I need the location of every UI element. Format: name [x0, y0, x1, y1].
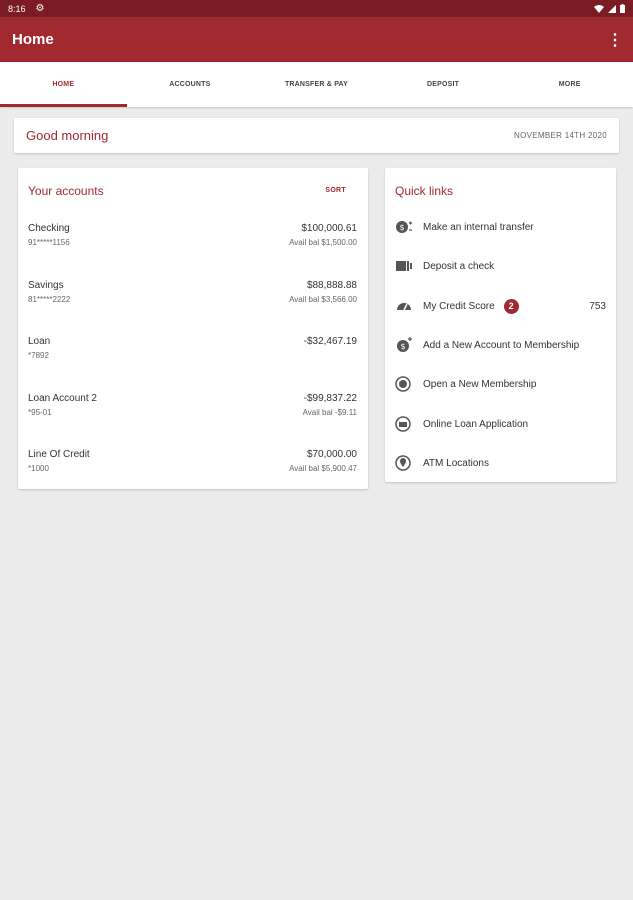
account-balance: $88,888.88 — [306, 280, 357, 291]
account-row-line-of-credit[interactable]: Line Of Credit *1000 $70,000.00 Avail ba… — [28, 449, 357, 481]
quick-link-label: Open a New Membership — [423, 378, 537, 390]
account-available-balance: Avail bal -$9.11 — [302, 408, 357, 417]
wifi-icon — [594, 4, 604, 13]
svg-text:$: $ — [400, 342, 405, 351]
membership-icon — [395, 375, 413, 393]
page-title: Home — [12, 31, 54, 48]
account-number: 81*****2222 — [28, 295, 71, 304]
account-name: Savings — [28, 280, 64, 291]
quick-link-credit-score[interactable]: My Credit Score 2 753 — [395, 296, 606, 316]
account-number: 91*****1156 — [28, 238, 70, 247]
account-number: *1000 — [28, 464, 49, 473]
add-account-icon: $ — [395, 336, 413, 354]
greeting-card: Good morning NOVEMBER 14TH 2020 — [14, 118, 619, 153]
account-available-balance: Avail bal $1,500.00 — [289, 238, 357, 247]
quick-link-label: My Credit Score — [423, 300, 495, 312]
svg-text:$: $ — [399, 223, 404, 232]
greeting-date: NOVEMBER 14TH 2020 — [514, 131, 607, 140]
greeting-text: Good morning — [26, 128, 109, 143]
account-number: *95-01 — [28, 408, 52, 417]
tab-deposit[interactable]: DEPOSIT — [380, 62, 507, 107]
account-balance: $70,000.00 — [306, 449, 357, 460]
account-balance: -$99,837.22 — [303, 393, 357, 404]
tab-transfer-pay[interactable]: TRANSFER & PAY — [253, 62, 380, 107]
signal-icon — [608, 4, 616, 13]
quick-link-label: Deposit a check — [423, 260, 495, 272]
quick-link-internal-transfer[interactable]: $ Make an internal transfer — [395, 217, 606, 237]
quick-link-label: Make an internal transfer — [423, 221, 534, 233]
quick-link-label: Add a New Account to Membership — [423, 339, 580, 351]
transfer-icon: $ — [395, 218, 413, 236]
account-name: Line Of Credit — [28, 449, 90, 460]
quick-link-label: ATM Locations — [423, 457, 489, 469]
tab-home[interactable]: HOME — [0, 62, 127, 107]
account-row-checking[interactable]: Checking 91*****1156 $100,000.61 Avail b… — [28, 223, 357, 255]
credit-score-value: 753 — [589, 300, 606, 312]
quick-links-title: Quick links — [395, 183, 454, 198]
account-row-savings[interactable]: Savings 81*****2222 $88,888.88 Avail bal… — [28, 280, 357, 312]
account-available-balance: Avail bal $5,900.47 — [289, 464, 357, 473]
account-number: *7892 — [28, 351, 49, 360]
overflow-menu-icon[interactable]: ⋮ — [607, 30, 623, 50]
account-balance: -$32,467.19 — [303, 336, 357, 347]
app-bar: Home ⋮ — [0, 17, 633, 62]
quick-link-add-account[interactable]: $ Add a New Account to Membership — [395, 335, 606, 355]
quick-link-loan-application[interactable]: Online Loan Application — [395, 414, 606, 434]
accounts-card: Your accounts SORT Checking 91*****1156 … — [18, 168, 368, 489]
loan-application-icon — [395, 415, 413, 433]
account-available-balance: Avail bal $3,566.00 — [289, 295, 357, 304]
battery-icon — [620, 4, 625, 13]
quick-link-label: Online Loan Application — [423, 418, 529, 430]
check-deposit-icon — [395, 257, 413, 275]
quick-link-open-membership[interactable]: Open a New Membership — [395, 374, 606, 394]
status-bar: 8:16 ⚙ — [0, 0, 633, 17]
settings-gear-icon: ⚙ — [35, 3, 45, 14]
status-time: 8:16 — [8, 3, 26, 14]
account-name: Checking — [28, 223, 70, 234]
quick-links-card: Quick links $ Make an internal transfer … — [385, 168, 616, 482]
accounts-title: Your accounts — [28, 183, 104, 198]
account-row-loan[interactable]: Loan *7892 -$32,467.19 — [28, 336, 357, 368]
account-name: Loan — [28, 336, 51, 347]
tab-more[interactable]: MORE — [506, 62, 633, 107]
account-balance: $100,000.61 — [301, 223, 357, 234]
tab-accounts[interactable]: ACCOUNTS — [127, 62, 254, 107]
notification-badge: 2 — [503, 298, 519, 314]
gauge-icon — [395, 297, 413, 315]
quick-link-deposit-check[interactable]: Deposit a check — [395, 256, 606, 276]
sort-button[interactable]: SORT — [325, 187, 346, 194]
tab-bar: HOME ACCOUNTS TRANSFER & PAY DEPOSIT MOR… — [0, 62, 633, 107]
account-row-loan-2[interactable]: Loan Account 2 *95-01 -$99,837.22 Avail … — [28, 393, 357, 425]
location-pin-icon — [395, 454, 413, 472]
quick-link-atm-locations[interactable]: ATM Locations — [395, 453, 606, 473]
account-name: Loan Account 2 — [28, 393, 97, 404]
